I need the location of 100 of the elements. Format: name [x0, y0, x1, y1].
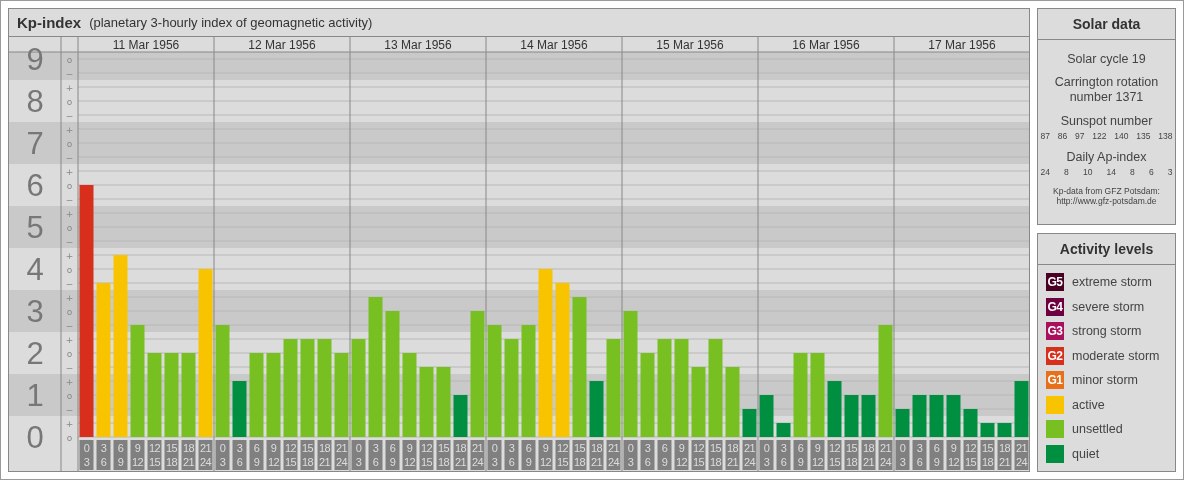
time-label: 12 15: [555, 440, 570, 470]
sunspot-value: 87: [1040, 131, 1050, 141]
time-label: 6 9: [929, 440, 944, 470]
time-label: 12 15: [419, 440, 434, 470]
time-label: 9 12: [810, 440, 825, 470]
tick-mark-label: +: [65, 292, 74, 303]
date-label: 13 Mar 1956: [384, 38, 452, 52]
ap-value: 8: [1064, 167, 1069, 177]
axis-label: 0: [26, 420, 44, 455]
tick-mark-label: +: [65, 124, 74, 135]
kp-bar: [963, 409, 978, 437]
time-label: 0 3: [215, 440, 230, 470]
time-label: 3 6: [368, 440, 383, 470]
tick-mark-label: +: [65, 166, 74, 177]
sunspot-value: 86: [1057, 131, 1068, 141]
panel-title: Solar data: [1038, 9, 1175, 40]
x-tick-label: 3 6: [372, 442, 379, 468]
x-tick-label: 3 6: [236, 442, 243, 468]
time-label: 15 18: [980, 440, 995, 470]
sunspot-value: 97: [1075, 131, 1085, 141]
x-tick-label: 6 9: [661, 442, 668, 468]
tick-mark-label: −: [65, 194, 74, 205]
kp-bar: [980, 423, 995, 437]
time-label: 12 15: [691, 440, 706, 470]
carrington-text: Carrington rotation number 1371: [1053, 75, 1160, 105]
time-label: 15 18: [844, 440, 859, 470]
time-label: 0 3: [79, 440, 94, 470]
time-label: 15 18: [572, 440, 587, 470]
tick-mark-label: −: [65, 404, 74, 415]
panel-title: Activity levels: [1038, 234, 1175, 265]
time-label: 6 9: [657, 440, 672, 470]
kp-bar: [912, 395, 927, 437]
date-label: 12 Mar 1956: [248, 38, 316, 52]
kp-bar: [895, 409, 910, 437]
source-link[interactable]: http://www.gfz-potsdam.de: [1056, 196, 1157, 206]
time-label: 21 24: [334, 440, 349, 470]
date-label: 14 Mar 1956: [520, 38, 588, 52]
axis-label: 7: [26, 126, 44, 161]
x-tick-label: 0 3: [83, 442, 90, 468]
time-label: 21 24: [198, 440, 213, 470]
x-tick-label: 0 3: [899, 442, 906, 468]
date-label: 15 Mar 1956: [656, 38, 724, 52]
tick-mark-label: +: [65, 334, 74, 345]
tick-mark-label: −: [65, 152, 74, 163]
time-label: 18 21: [725, 440, 740, 470]
x-tick-label: 0 3: [627, 442, 634, 468]
time-label: 9 12: [674, 440, 689, 470]
time-label: 15 18: [708, 440, 723, 470]
kp-bar: [776, 423, 791, 437]
ap-value: 24: [1040, 167, 1050, 177]
kp-bar: [589, 381, 604, 437]
tick-mark-label: +: [65, 418, 74, 429]
time-label: 6 9: [385, 440, 400, 470]
x-tick-label: 6 9: [389, 442, 396, 468]
tick-mark-label: −: [65, 236, 74, 247]
time-label: 9 12: [130, 440, 145, 470]
tick-mark-label: o: [66, 96, 73, 107]
legend-label: severe storm: [1072, 299, 1145, 314]
tick-mark-label: −: [65, 68, 74, 79]
tick-mark-label: o: [66, 264, 73, 275]
time-label: 6 9: [521, 440, 536, 470]
kp-bar: [861, 395, 876, 437]
kp-bar: [827, 381, 842, 437]
ap-value: 6: [1148, 167, 1154, 177]
time-label: 12 15: [827, 440, 842, 470]
source-text: Kp-data from GFZ Potsdam:: [1053, 186, 1160, 196]
legend-swatch: G5: [1046, 273, 1064, 292]
time-label: 3 6: [504, 440, 519, 470]
ap-value: 10: [1082, 167, 1093, 177]
tick-mark-label: −: [65, 362, 74, 373]
time-label: 3 6: [912, 440, 927, 470]
time-label: 9 12: [538, 440, 553, 470]
time-label: 6 9: [249, 440, 264, 470]
axis-label: 1: [26, 378, 44, 413]
axis-label: 2: [26, 336, 44, 371]
kp-bar: [725, 367, 740, 437]
solar-cycle-text: Solar cycle 19: [1067, 52, 1146, 66]
time-label: 21 24: [1014, 440, 1029, 470]
x-tick-label: 0 3: [491, 442, 498, 468]
legend-label: extreme storm: [1072, 275, 1152, 290]
time-label: 3 6: [776, 440, 791, 470]
legend-swatch: G1: [1046, 371, 1064, 390]
sunspot-heading: Sunspot number: [1060, 114, 1153, 128]
time-label: 3 6: [640, 440, 655, 470]
kp-bar: [436, 367, 451, 437]
tick-mark-label: +: [65, 82, 74, 93]
legend-label: unsettled: [1072, 422, 1123, 437]
x-tick-label: 6 9: [117, 442, 124, 468]
axis-label: 5: [26, 210, 44, 245]
tick-mark-label: −: [65, 110, 74, 121]
time-label: 18 21: [453, 440, 468, 470]
x-tick-label: 3 6: [916, 442, 923, 468]
time-label: 0 3: [759, 440, 774, 470]
kp-bar: [844, 395, 859, 437]
date-label: 11 Mar 1956: [112, 38, 180, 52]
time-label: 3 6: [96, 440, 111, 470]
kp-bar: [759, 395, 774, 437]
time-label: 21 24: [878, 440, 893, 470]
x-tick-label: 6 9: [797, 442, 804, 468]
time-label: 12 15: [283, 440, 298, 470]
